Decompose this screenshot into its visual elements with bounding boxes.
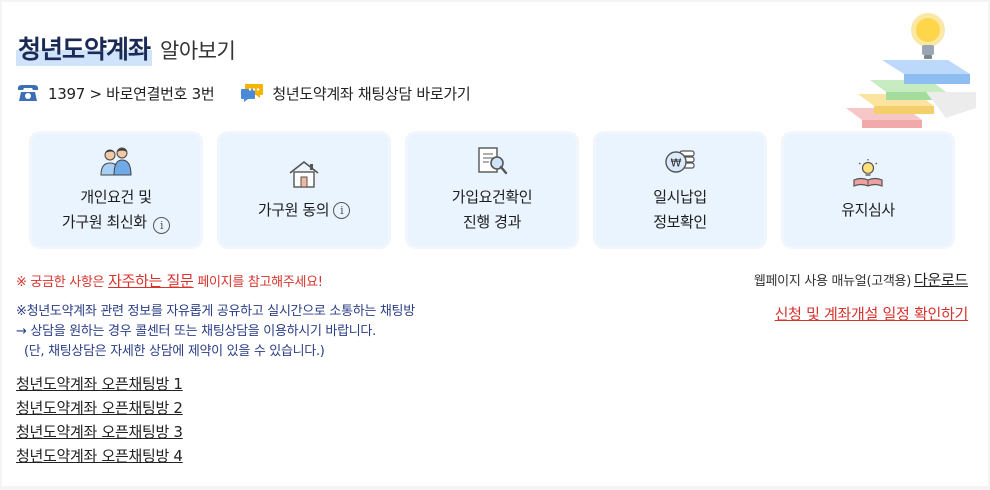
chat-consult-label: 청년도약계좌 채팅상담 바로가기 xyxy=(272,84,471,103)
faq-prefix: ※ 궁금한 사항은 xyxy=(16,275,109,290)
family-icon xyxy=(100,147,132,176)
phone-contact: 1397 > 바로연결번호 3번 xyxy=(16,82,215,104)
card-personal-requirements[interactable]: 개인요건 및 가구원 최신화 i xyxy=(32,134,200,246)
card-label: 가구원 동의 i xyxy=(257,198,351,223)
card-label-text: 가구원 동의 xyxy=(257,200,330,219)
page: 청년도약계좌 알아보기 1397 > 바로연결번호 3번 청년도약계좌 채팅상담… xyxy=(2,2,988,486)
schedule-check-link[interactable]: 신청 및 계좌개설 일정 확인하기 xyxy=(775,303,969,324)
card-label: 가입요건확인 진행 경과 xyxy=(451,185,533,235)
lightbulb-book-icon xyxy=(853,158,883,187)
card-eligibility-progress[interactable]: 가입요건확인 진행 경과 xyxy=(408,134,576,246)
chat-consult-link[interactable]: 청년도약계좌 채팅상담 바로가기 xyxy=(240,81,471,105)
chat-bubble-icon xyxy=(241,84,264,102)
page-title-sub: 알아보기 xyxy=(160,39,236,63)
contact-row: 1397 > 바로연결번호 3번 청년도약계좌 채팅상담 바로가기 xyxy=(16,80,471,106)
manual-download-link[interactable]: 다운로드 xyxy=(914,269,968,290)
card-label-line: 유지심사 xyxy=(841,200,895,219)
card-label: 유지심사 xyxy=(841,198,895,223)
open-chat-room-link[interactable]: 청년도약계좌 오픈채팅방 2 xyxy=(16,396,183,420)
open-chat-room-link[interactable]: 청년도약계좌 오픈채팅방 3 xyxy=(16,420,183,444)
service-cards: 개인요건 및 가구원 최신화 i 가구원 동의 i 가입요건확인 진행 경과 ₩… xyxy=(32,134,952,246)
open-chat-room-link[interactable]: 청년도약계좌 오픈채팅방 4 xyxy=(16,444,183,468)
document-search-icon xyxy=(478,147,508,175)
card-label-line: 진행 경과 xyxy=(463,213,521,231)
card-lump-sum-info[interactable]: ₩ 일시납입 정보확인 xyxy=(596,134,764,246)
notice-line: ※청년도약계좌 관련 정보를 자유롭게 공유하고 실시간으로 소통하는 채팅방 xyxy=(16,304,415,319)
open-chat-rooms: 청년도약계좌 오픈채팅방 1 청년도약계좌 오픈채팅방 2 청년도약계좌 오픈채… xyxy=(16,372,183,468)
notice-line: → 상담을 원하는 경우 콜센터 또는 채팅상담을 이용하시기 바랍니다. xyxy=(16,324,376,339)
card-label-text: 가구원 최신화 xyxy=(61,213,147,231)
house-icon xyxy=(289,160,319,188)
telephone-icon xyxy=(18,85,38,101)
user-manual: 웹페이지 사용 매뉴얼(고객용) 다운로드 xyxy=(754,269,968,290)
svg-text:₩: ₩ xyxy=(671,157,682,170)
won-coins-icon: ₩ xyxy=(665,150,695,173)
card-household-consent[interactable]: 가구원 동의 i xyxy=(220,134,388,246)
manual-text: 웹페이지 사용 매뉴얼(고객용) xyxy=(753,274,911,289)
info-icon[interactable]: i xyxy=(153,217,171,234)
card-label-line: 정보확인 xyxy=(653,213,707,231)
lightbulb-stairs-illustration xyxy=(846,13,976,128)
chatroom-notice: ※청년도약계좌 관련 정보를 자유롭게 공유하고 실시간으로 소통하는 채팅방 … xyxy=(16,302,415,362)
card-label-line: 가입요건확인 xyxy=(451,188,533,206)
card-maintenance-review[interactable]: 유지심사 xyxy=(784,134,952,246)
faq-note: ※ 궁금한 사항은 자주하는 질문 페이지를 참고해주세요! xyxy=(16,270,323,291)
faq-link[interactable]: 자주하는 질문 xyxy=(108,272,194,290)
page-title: 청년도약계좌 알아보기 xyxy=(16,30,236,66)
notice-line: (단, 채팅상담은 자세한 상담에 제약이 있을 수 있습니다.) xyxy=(24,344,325,359)
card-label: 일시납입 정보확인 xyxy=(653,185,707,235)
card-label-line: 일시납입 xyxy=(653,188,707,206)
page-title-main: 청년도약계좌 xyxy=(16,30,153,66)
phone-number-text: 1397 > 바로연결번호 3번 xyxy=(48,84,215,103)
info-icon[interactable]: i xyxy=(333,201,351,219)
card-label: 개인요건 및 가구원 최신화 i xyxy=(61,185,171,235)
card-label-line: 가구원 최신화 i xyxy=(61,210,171,235)
card-label-line: 개인요건 및 xyxy=(80,188,152,206)
faq-suffix: 페이지를 참고해주세요! xyxy=(193,275,323,290)
open-chat-room-link[interactable]: 청년도약계좌 오픈채팅방 1 xyxy=(16,372,183,396)
